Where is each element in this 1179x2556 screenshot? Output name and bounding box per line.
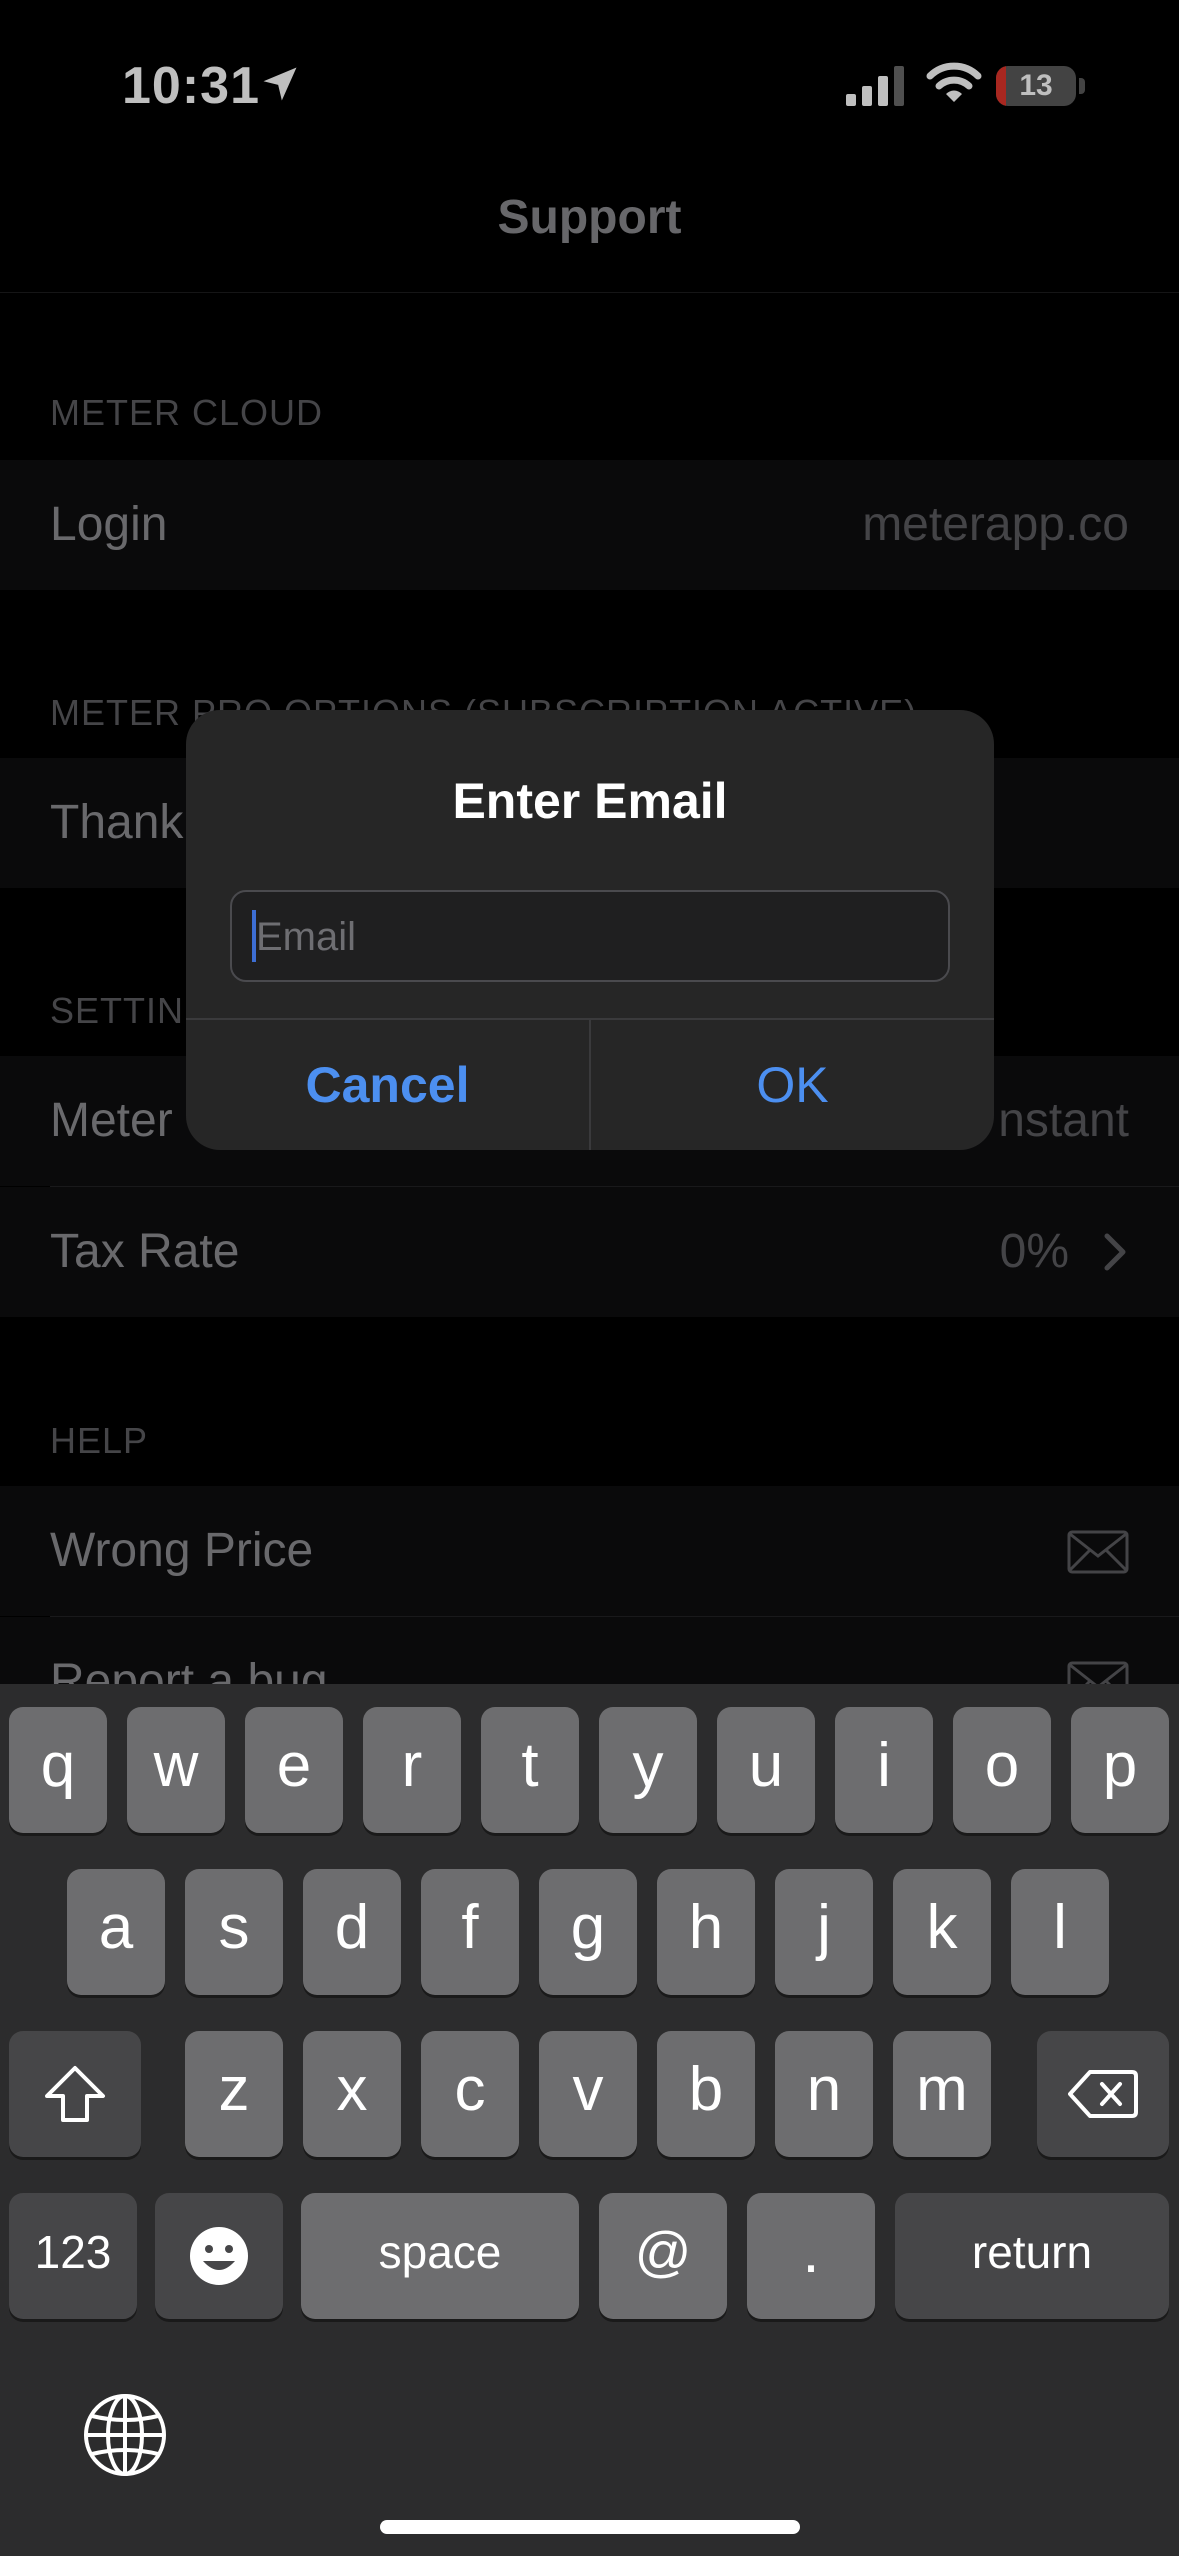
- key-i[interactable]: i: [835, 1707, 933, 1833]
- key-d[interactable]: d: [303, 1869, 401, 1995]
- key-z[interactable]: z: [185, 2031, 283, 2157]
- email-input[interactable]: [254, 892, 938, 982]
- delete-key[interactable]: [1037, 2031, 1169, 2157]
- key-w[interactable]: w: [127, 1707, 225, 1833]
- key-q[interactable]: q: [9, 1707, 107, 1833]
- globe-icon[interactable]: [82, 2392, 168, 2478]
- space-key[interactable]: space: [301, 2193, 579, 2319]
- key-k[interactable]: k: [893, 1869, 991, 1995]
- key-a[interactable]: a: [67, 1869, 165, 1995]
- key-m[interactable]: m: [893, 2031, 991, 2157]
- key-r[interactable]: r: [363, 1707, 461, 1833]
- emoji-key[interactable]: [155, 2193, 283, 2319]
- key-n[interactable]: n: [775, 2031, 873, 2157]
- key-g[interactable]: g: [539, 1869, 637, 1995]
- key-h[interactable]: h: [657, 1869, 755, 1995]
- key-c[interactable]: c: [421, 2031, 519, 2157]
- period-key[interactable]: .: [747, 2193, 875, 2319]
- key-l[interactable]: l: [1011, 1869, 1109, 1995]
- ok-button[interactable]: OK: [591, 1020, 994, 1150]
- key-y[interactable]: y: [599, 1707, 697, 1833]
- numbers-key[interactable]: 123: [9, 2193, 137, 2319]
- key-j[interactable]: j: [775, 1869, 873, 1995]
- key-o[interactable]: o: [953, 1707, 1051, 1833]
- email-field[interactable]: [230, 890, 950, 982]
- key-p[interactable]: p: [1071, 1707, 1169, 1833]
- key-t[interactable]: t: [481, 1707, 579, 1833]
- key-s[interactable]: s: [185, 1869, 283, 1995]
- home-indicator[interactable]: [380, 2520, 800, 2534]
- key-e[interactable]: e: [245, 1707, 343, 1833]
- enter-email-alert: Enter Email Cancel OK: [186, 710, 994, 1150]
- key-v[interactable]: v: [539, 2031, 637, 2157]
- key-f[interactable]: f: [421, 1869, 519, 1995]
- key-x[interactable]: x: [303, 2031, 401, 2157]
- at-key[interactable]: @: [599, 2193, 727, 2319]
- return-key[interactable]: return: [895, 2193, 1169, 2319]
- shift-icon: [45, 2066, 105, 2122]
- shift-key[interactable]: [9, 2031, 141, 2157]
- key-b[interactable]: b: [657, 2031, 755, 2157]
- emoji-icon: [190, 2227, 248, 2285]
- key-u[interactable]: u: [717, 1707, 815, 1833]
- delete-icon: [1068, 2070, 1138, 2118]
- cancel-button[interactable]: Cancel: [186, 1020, 589, 1150]
- alert-title: Enter Email: [452, 773, 728, 829]
